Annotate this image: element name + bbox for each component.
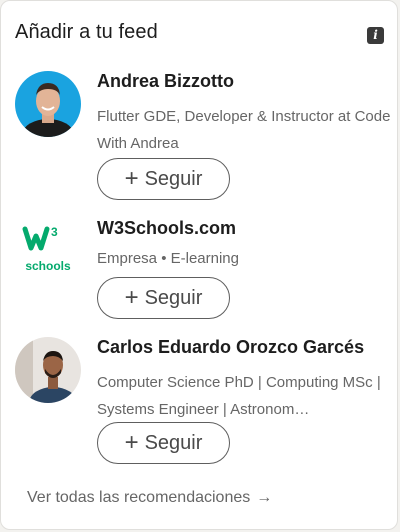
see-all-label: Ver todas las recomendaciones	[27, 489, 251, 506]
avatar[interactable]	[15, 71, 81, 137]
recommendation-name[interactable]: W3Schools.com	[97, 218, 236, 239]
add-to-feed-card: Añadir a tu feed i Andrea Bizzotto Flutt…	[0, 0, 398, 530]
logo-text: schools	[25, 259, 71, 273]
plus-icon: +	[124, 165, 139, 192]
arrow-right-icon: →	[256, 489, 273, 506]
plus-icon: +	[124, 429, 139, 456]
svg-text:3: 3	[51, 225, 58, 239]
follow-button[interactable]: + Seguir	[97, 422, 230, 464]
avatar[interactable]	[15, 337, 81, 403]
follow-button[interactable]: + Seguir	[97, 277, 230, 319]
follow-button-label: Seguir	[144, 431, 203, 454]
plus-icon: +	[124, 284, 139, 311]
recommendation-subtitle: Flutter GDE, Developer & Instructor at C…	[97, 108, 391, 152]
follow-button[interactable]: + Seguir	[97, 158, 230, 200]
info-icon[interactable]: i	[367, 27, 384, 44]
recommendation-subtitle: Empresa • E-learning	[97, 250, 239, 267]
recommendation-name[interactable]: Andrea Bizzotto	[97, 71, 234, 92]
w3schools-logo[interactable]: 3 schools	[15, 218, 81, 284]
recommendation-name[interactable]: Carlos Eduardo Orozco Garcés	[97, 337, 364, 358]
see-all-recommendations-link[interactable]: Ver todas las recomendaciones →	[27, 489, 272, 507]
follow-button-label: Seguir	[144, 167, 203, 190]
card-title: Añadir a tu feed	[15, 21, 158, 43]
recommendation-subtitle: Computer Science PhD | Computing MSc | S…	[97, 374, 381, 418]
follow-button-label: Seguir	[144, 286, 203, 309]
